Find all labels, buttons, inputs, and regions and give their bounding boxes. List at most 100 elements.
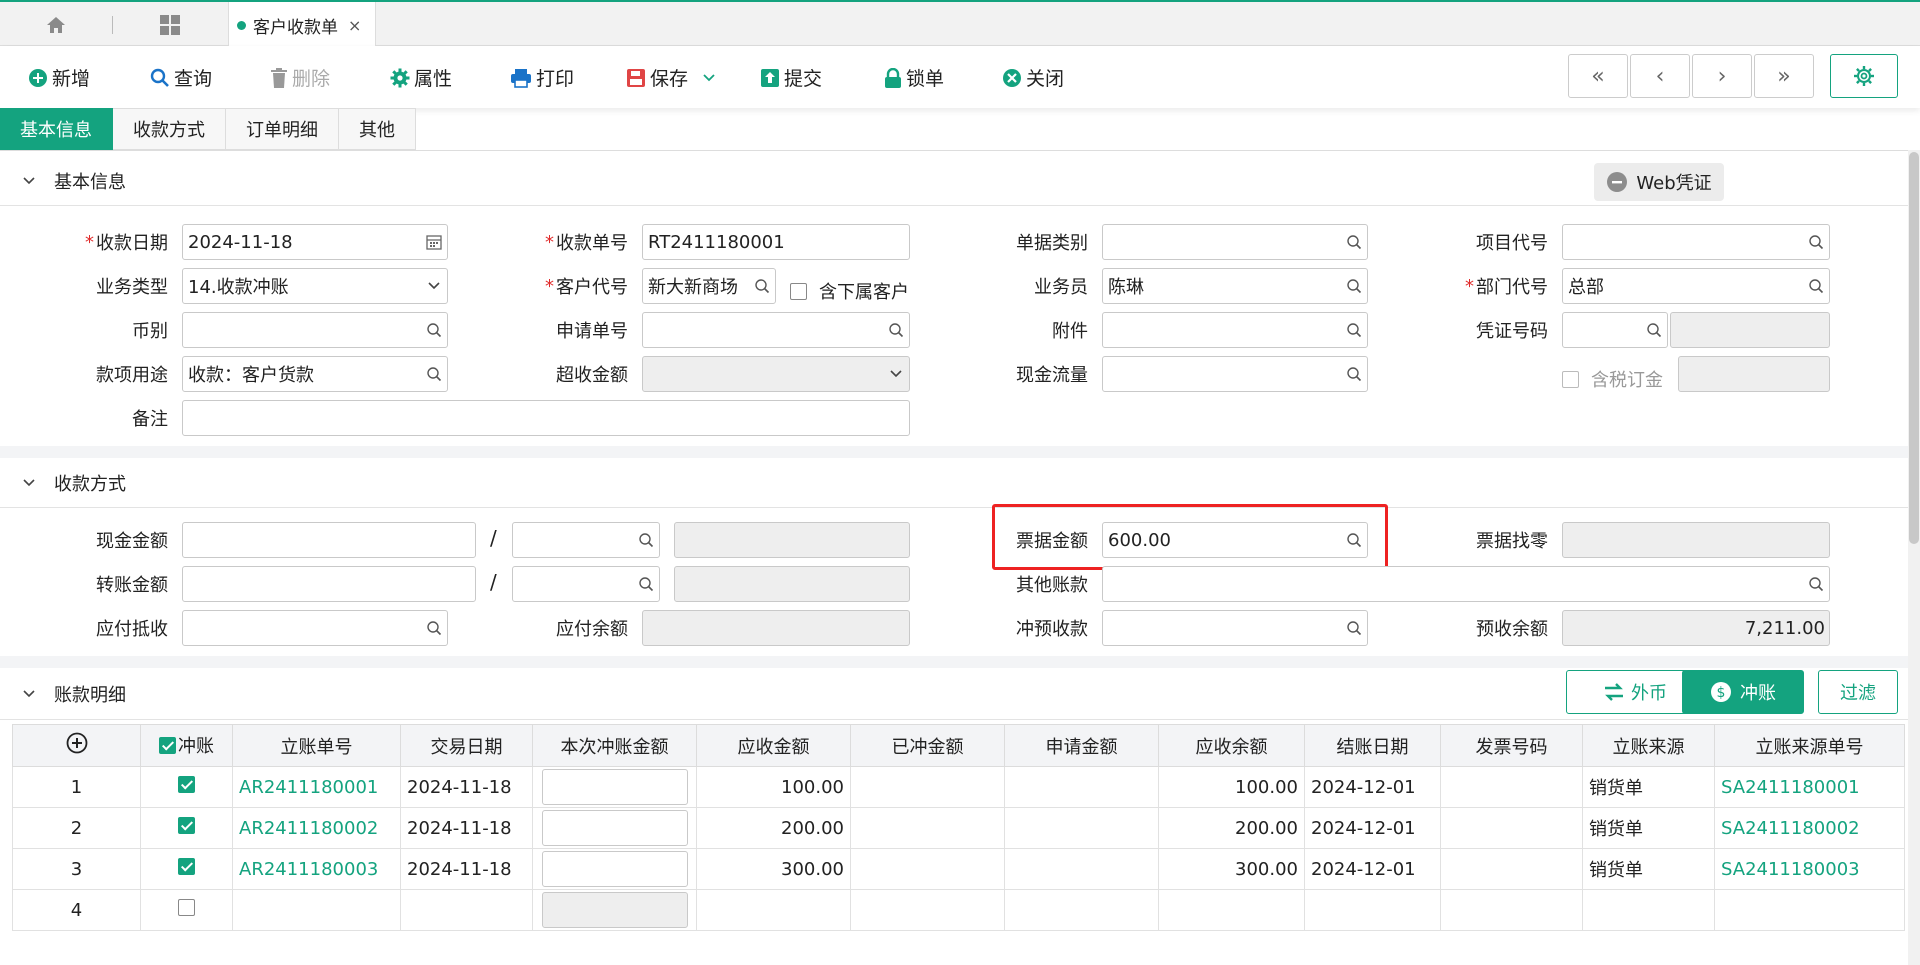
transfer-account-field[interactable] — [512, 566, 660, 602]
search-icon[interactable] — [421, 322, 447, 338]
receipt-date-field[interactable]: 2024-11-18 — [182, 224, 448, 260]
row-offset-checkbox[interactable] — [178, 776, 195, 793]
project-code-field[interactable] — [1562, 224, 1830, 260]
search-icon[interactable] — [421, 366, 447, 382]
row-offset-checkbox[interactable] — [178, 858, 195, 875]
source-no-link[interactable]: SA2411180002 — [1714, 807, 1905, 849]
search-icon[interactable] — [421, 620, 447, 636]
table-row[interactable]: 2 AR2411180002 2024-11-18 200.00 200.00 … — [12, 807, 1905, 849]
search-icon[interactable] — [1341, 366, 1367, 382]
web-voucher-button[interactable]: Web凭证 — [1594, 163, 1724, 201]
table-row[interactable]: 4 — [12, 889, 1905, 931]
search-icon[interactable] — [633, 576, 659, 592]
purpose-field[interactable]: 收款：客户货款 — [182, 356, 448, 392]
transfer-amount-field[interactable] — [182, 566, 476, 602]
search-icon[interactable] — [1803, 234, 1829, 250]
tab-payment-method[interactable]: 收款方式 — [113, 108, 226, 150]
plus-circle-icon[interactable] — [66, 732, 88, 754]
source-no-link[interactable]: SA2411180003 — [1714, 848, 1905, 890]
print-button[interactable]: 打印 — [510, 64, 574, 91]
cash-flow-field[interactable] — [1102, 356, 1368, 392]
table-row[interactable]: 1 AR2411180001 2024-11-18 100.00 100.00 … — [12, 766, 1905, 808]
search-icon[interactable] — [1641, 322, 1667, 338]
filter-button[interactable]: 过滤 — [1818, 670, 1898, 714]
attachment-field[interactable] — [1102, 312, 1368, 348]
tab-order-detail[interactable]: 订单明细 — [226, 108, 339, 150]
search-icon[interactable] — [1341, 322, 1367, 338]
checkbox[interactable] — [1562, 370, 1579, 388]
new-button[interactable]: 新增 — [28, 64, 90, 91]
home-icon[interactable] — [38, 10, 74, 40]
chevron-down-icon[interactable] — [702, 73, 716, 83]
search-icon[interactable] — [749, 278, 775, 294]
select-all-checkbox[interactable] — [159, 736, 176, 754]
chevron-down-icon[interactable] — [883, 369, 909, 379]
calendar-icon[interactable] — [421, 234, 447, 250]
include-sub-customer-checkbox[interactable]: 含下属客户 — [790, 278, 909, 304]
close-button[interactable]: 关闭 — [1002, 64, 1064, 91]
offset-button[interactable]: $ 冲账 — [1682, 670, 1804, 714]
delete-button[interactable]: 删除 — [270, 64, 330, 91]
close-tab-icon[interactable]: × — [348, 16, 361, 35]
remark-field[interactable] — [182, 400, 910, 436]
label-over-amount: 超收金额 — [556, 365, 628, 386]
search-icon[interactable] — [1803, 278, 1829, 294]
settings-button[interactable] — [1830, 54, 1898, 98]
search-icon[interactable] — [1803, 576, 1829, 592]
tab-customer-receipt[interactable]: 客户收款单 × — [228, 2, 376, 48]
add-row-header[interactable] — [12, 724, 141, 767]
offset-amount-input[interactable] — [541, 769, 688, 805]
table-row[interactable]: 3 AR2411180003 2024-11-18 300.00 300.00 … — [12, 848, 1905, 890]
label-apply-no: 申请单号 — [556, 321, 628, 342]
search-icon[interactable] — [1341, 234, 1367, 250]
nav-last-button[interactable]: » — [1754, 54, 1814, 98]
checkbox[interactable] — [790, 282, 807, 300]
section-header-payment[interactable]: 收款方式 — [0, 458, 1908, 508]
tab-basic-info[interactable]: 基本信息 — [0, 108, 113, 150]
row-offset-checkbox[interactable] — [178, 817, 195, 834]
voucher-no-field[interactable] — [1562, 312, 1668, 348]
ar-no-link[interactable]: AR2411180002 — [232, 807, 401, 849]
scrollbar-thumb[interactable] — [1909, 152, 1919, 544]
customer-code-field[interactable]: 新大新商场 — [642, 268, 776, 304]
apply-no-field[interactable] — [642, 312, 910, 348]
cash-account-field[interactable] — [512, 522, 660, 558]
properties-button[interactable]: 属性 — [390, 64, 452, 91]
search-icon[interactable] — [1341, 278, 1367, 294]
query-button[interactable]: 查询 — [150, 64, 212, 91]
lock-label: 锁单 — [906, 68, 945, 90]
search-icon[interactable] — [883, 322, 909, 338]
doc-category-field[interactable] — [1102, 224, 1368, 260]
offset-amount-input[interactable] — [541, 851, 688, 887]
nav-prev-button[interactable]: ‹ — [1630, 54, 1690, 98]
apps-grid-icon[interactable] — [152, 10, 188, 40]
biz-type-select[interactable]: 14.收款冲账 — [182, 268, 448, 304]
nav-first-button[interactable]: « — [1568, 54, 1628, 98]
chevron-down-icon[interactable] — [421, 281, 447, 291]
receipt-no-field[interactable]: RT2411180001 — [642, 224, 910, 260]
payable-offset-field[interactable] — [182, 610, 448, 646]
tax-deposit-checkbox[interactable]: 含税订金 — [1562, 366, 1663, 392]
source-no-link[interactable]: SA2411180001 — [1714, 766, 1905, 808]
ar-no-link[interactable]: AR2411180003 — [232, 848, 401, 890]
prepay-offset-field[interactable] — [1102, 610, 1368, 646]
ar-no-link[interactable]: AR2411180001 — [232, 766, 401, 808]
row-offset-checkbox[interactable] — [178, 899, 195, 916]
cash-amount-field[interactable] — [182, 522, 476, 558]
tab-other[interactable]: 其他 — [339, 108, 416, 150]
offset-amount-input[interactable] — [541, 892, 688, 928]
other-account-field[interactable] — [1102, 566, 1830, 602]
currency-field[interactable] — [182, 312, 448, 348]
salesperson-field[interactable]: 陈琳 — [1102, 268, 1368, 304]
settle-date: 2024-12-01 — [1304, 807, 1441, 849]
over-amount-select[interactable] — [642, 356, 910, 392]
lock-button[interactable]: 锁单 — [884, 64, 944, 91]
offset-amount-input[interactable] — [541, 810, 688, 846]
submit-button[interactable]: 提交 — [760, 64, 822, 91]
dept-code-field[interactable]: 总部 — [1562, 268, 1830, 304]
column-header-offset[interactable]: 冲账 — [140, 724, 233, 767]
search-icon[interactable] — [1341, 620, 1367, 636]
search-icon[interactable] — [633, 532, 659, 548]
save-button[interactable]: 保存 — [626, 64, 716, 91]
nav-next-button[interactable]: › — [1692, 54, 1752, 98]
